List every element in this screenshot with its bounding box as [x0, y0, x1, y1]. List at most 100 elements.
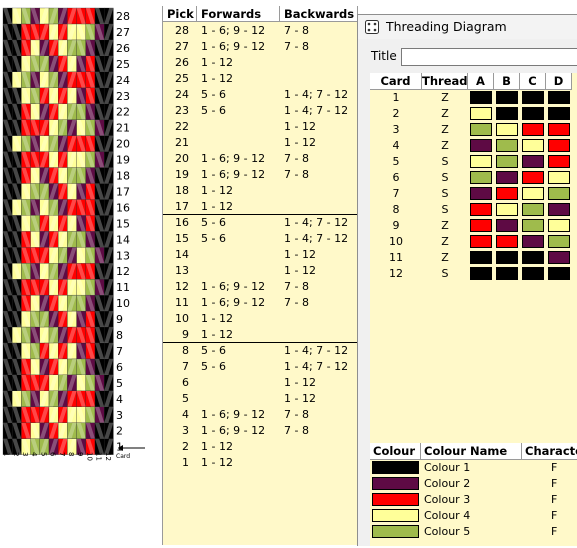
card-row[interactable]: 7S	[370, 186, 577, 202]
hole-b-colour-cell[interactable]	[496, 123, 518, 136]
hole-c-colour-cell[interactable]	[522, 267, 544, 280]
hole-d-colour-cell[interactable]	[548, 91, 570, 104]
pick-row[interactable]: 27 1 - 6; 9 - 12 7 - 8	[163, 39, 358, 55]
thread-direction[interactable]: Z	[422, 138, 468, 154]
hole-c-colour-cell[interactable]	[522, 91, 544, 104]
colour-swatch[interactable]	[372, 509, 419, 522]
hole-a-colour-cell[interactable]	[470, 267, 492, 280]
hole-d-colour-cell[interactable]	[548, 171, 570, 184]
pick-row[interactable]: 11 1 - 6; 9 - 12 7 - 8	[163, 295, 358, 311]
thread-direction[interactable]: S	[422, 266, 468, 282]
pick-row[interactable]: 6 1 - 12	[163, 375, 358, 391]
colour-row[interactable]: Colour 4 F	[370, 508, 577, 524]
hole-d-colour-cell[interactable]	[548, 203, 570, 216]
thread-direction[interactable]: Z	[422, 250, 468, 266]
hole-b-colour-cell[interactable]	[496, 267, 518, 280]
pick-row[interactable]: 16 5 - 6 1 - 4; 7 - 12	[163, 215, 358, 231]
pick-row[interactable]: 2 1 - 12	[163, 439, 358, 455]
window-titlebar[interactable]: Threading Diagram	[358, 15, 577, 39]
hole-a-colour-cell[interactable]	[470, 187, 492, 200]
hole-b-colour-cell[interactable]	[496, 187, 518, 200]
hole-d-colour-cell[interactable]	[548, 267, 570, 280]
pick-row[interactable]: 14 1 - 12	[163, 247, 358, 263]
hole-d-colour-cell[interactable]	[548, 251, 570, 264]
pick-row[interactable]: 7 5 - 6 1 - 4; 7 - 12	[163, 359, 358, 375]
card-row[interactable]: 5S	[370, 154, 577, 170]
hole-b-colour-cell[interactable]	[496, 107, 518, 120]
card-row[interactable]: 9Z	[370, 218, 577, 234]
hole-a-header[interactable]: A	[468, 73, 494, 90]
colour-swatch[interactable]	[372, 493, 419, 506]
hole-c-header[interactable]: C	[520, 73, 546, 90]
hole-d-colour-cell[interactable]	[548, 123, 570, 136]
hole-b-colour-cell[interactable]	[496, 203, 518, 216]
hole-c-colour-cell[interactable]	[522, 187, 544, 200]
card-row[interactable]: 8S	[370, 202, 577, 218]
card-row[interactable]: 6S	[370, 170, 577, 186]
colour-row[interactable]: Colour 1 F	[370, 460, 577, 476]
card-row[interactable]: 2Z	[370, 106, 577, 122]
hole-b-colour-cell[interactable]	[496, 139, 518, 152]
pick-row[interactable]: 26 1 - 12	[163, 55, 358, 71]
card-row[interactable]: 4Z	[370, 138, 577, 154]
thread-direction[interactable]: Z	[422, 106, 468, 122]
character-header[interactable]: Characte	[522, 443, 577, 460]
hole-b-colour-cell[interactable]	[496, 171, 518, 184]
pick-header[interactable]: Pick	[163, 6, 197, 22]
pick-row[interactable]: 24 5 - 6 1 - 4; 7 - 12	[163, 87, 358, 103]
colour-row[interactable]: Colour 3 F	[370, 492, 577, 508]
colour-row[interactable]: Colour 2 F	[370, 476, 577, 492]
hole-b-header[interactable]: B	[494, 73, 520, 90]
colour-name-header[interactable]: Colour Name	[421, 443, 522, 460]
hole-a-colour-cell[interactable]	[470, 251, 492, 264]
hole-b-colour-cell[interactable]	[496, 155, 518, 168]
hole-d-colour-cell[interactable]	[548, 219, 570, 232]
card-row[interactable]: 1Z	[370, 90, 577, 106]
forwards-header[interactable]: Forwards	[197, 6, 280, 22]
thread-direction[interactable]: S	[422, 202, 468, 218]
hole-c-colour-cell[interactable]	[522, 107, 544, 120]
hole-b-colour-cell[interactable]	[496, 219, 518, 232]
pick-row[interactable]: 18 1 - 12	[163, 183, 358, 199]
colour-table[interactable]: Colour Colour Name Characte Colour 1FCol…	[370, 443, 577, 546]
colour-row[interactable]: Colour 5 F	[370, 524, 577, 540]
pick-row[interactable]: 17 1 - 12	[163, 199, 358, 215]
backwards-header[interactable]: Backwards	[280, 6, 358, 22]
hole-a-colour-cell[interactable]	[470, 155, 492, 168]
colour-swatch[interactable]	[372, 525, 419, 538]
hole-a-colour-cell[interactable]	[470, 219, 492, 232]
hole-c-colour-cell[interactable]	[522, 123, 544, 136]
thread-direction[interactable]: Z	[422, 218, 468, 234]
hole-c-colour-cell[interactable]	[522, 139, 544, 152]
pick-row[interactable]: 9 1 - 12	[163, 327, 358, 343]
pick-row[interactable]: 13 1 - 12	[163, 263, 358, 279]
hole-c-colour-cell[interactable]	[522, 155, 544, 168]
card-row[interactable]: 3Z	[370, 122, 577, 138]
card-row[interactable]: 12 S	[370, 266, 577, 282]
pick-row[interactable]: 4 1 - 6; 9 - 12 7 - 8	[163, 407, 358, 423]
hole-c-colour-cell[interactable]	[522, 251, 544, 264]
pick-row[interactable]: 25 1 - 12	[163, 71, 358, 87]
hole-d-colour-cell[interactable]	[548, 235, 570, 248]
hole-a-colour-cell[interactable]	[470, 107, 492, 120]
thread-direction[interactable]: Z	[422, 90, 468, 106]
hole-b-colour-cell[interactable]	[496, 235, 518, 248]
card-row[interactable]: 11 Z	[370, 250, 577, 266]
pick-row[interactable]: 10 1 - 12	[163, 311, 358, 327]
colour-header[interactable]: Colour	[370, 443, 421, 460]
pick-row[interactable]: 22 1 - 12	[163, 119, 358, 135]
thread-direction[interactable]: S	[422, 154, 468, 170]
pick-row[interactable]: 19 1 - 6; 9 - 12 7 - 8	[163, 167, 358, 183]
hole-d-colour-cell[interactable]	[548, 187, 570, 200]
pick-row[interactable]: 21 1 - 12	[163, 135, 358, 151]
pick-table[interactable]: Pick Forwards Backwards 28 1 - 6; 9 - 12 7…	[162, 6, 358, 545]
hole-d-colour-cell[interactable]	[548, 155, 570, 168]
title-input[interactable]	[401, 48, 577, 66]
card-threading-grid[interactable]: Card Thread A B C D 1 Z 2 Z 3 Z 4 Z 5 S 6 S 7 S 8 S 9 Z 10…	[370, 73, 577, 449]
hole-a-colour-cell[interactable]	[470, 91, 492, 104]
pick-row[interactable]: 28 1 - 6; 9 - 12 7 - 8	[163, 23, 358, 39]
thread-header[interactable]: Thread	[422, 73, 468, 90]
hole-a-colour-cell[interactable]	[470, 139, 492, 152]
hole-c-colour-cell[interactable]	[522, 219, 544, 232]
hole-a-colour-cell[interactable]	[470, 123, 492, 136]
